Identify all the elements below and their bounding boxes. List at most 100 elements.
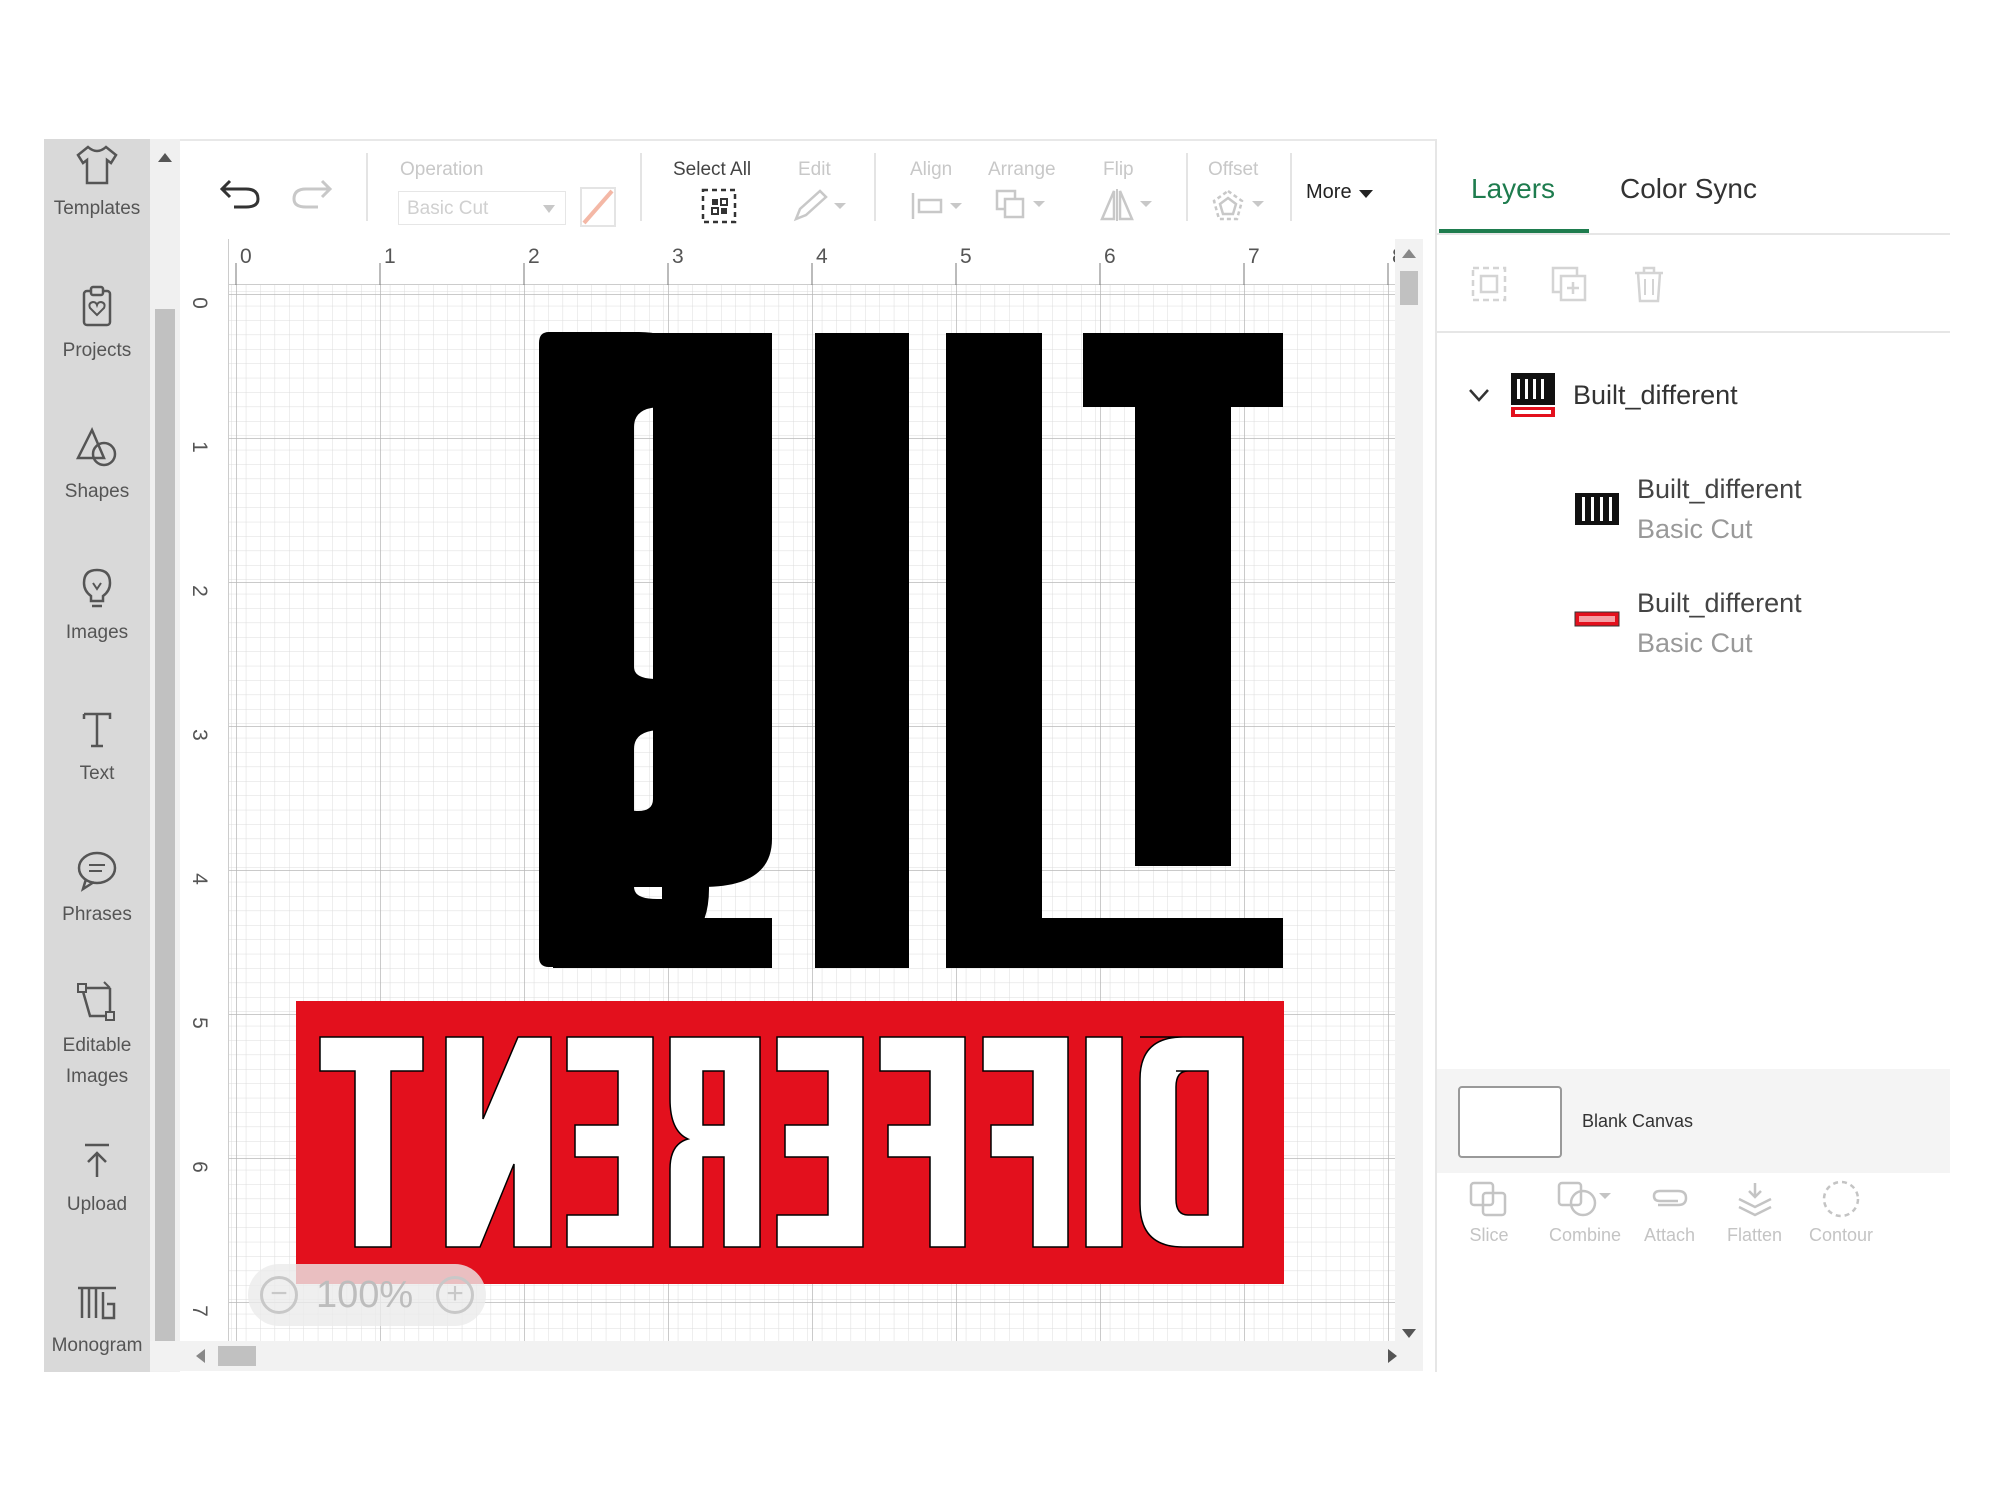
scroll-right-icon[interactable]: [1388, 1349, 1397, 1363]
duplicate-icon[interactable]: [1549, 264, 1589, 304]
zoom-in-button[interactable]: +: [436, 1276, 474, 1314]
canvas-horizontal-scrollbar[interactable]: [150, 1341, 1423, 1371]
sidebar-item-label: Text: [79, 763, 115, 784]
divider: [1437, 331, 1950, 333]
linetype-swatch-icon[interactable]: [580, 187, 616, 227]
attach-button[interactable]: Attach: [1644, 1179, 1695, 1246]
sidebar-item-label: Images: [65, 622, 129, 643]
toolbar-divider: [1186, 153, 1188, 221]
group-thumbnail: [1511, 373, 1555, 417]
ruler-label: 2: [187, 585, 211, 597]
ruler-label: 1: [187, 441, 211, 453]
select-all-label: Select All: [673, 159, 752, 180]
edit-pen-icon[interactable]: [792, 189, 848, 223]
sidebar-item-shapes[interactable]: Shapes: [44, 426, 150, 507]
sidebar-item-label: Phrases: [62, 904, 132, 925]
scroll-up-icon[interactable]: [158, 153, 172, 162]
canvas-vertical-scrollbar[interactable]: [1395, 239, 1423, 1341]
sidebar-item-editable-images[interactable]: Editable Images: [44, 980, 150, 1092]
trash-icon[interactable]: [1629, 264, 1669, 304]
offset-icon[interactable]: [1210, 187, 1270, 225]
combine-icon: [1557, 1181, 1612, 1217]
ruler-label: 3: [187, 729, 211, 741]
scroll-up-icon[interactable]: [1402, 249, 1416, 258]
align-icon[interactable]: [910, 191, 966, 221]
layers-panel: Layers Color Sync Built_different Built_…: [1435, 139, 1950, 1372]
sidebar-scrollbar[interactable]: [150, 139, 180, 1372]
slice-button[interactable]: Slice: [1467, 1179, 1511, 1246]
flatten-button[interactable]: Flatten: [1727, 1179, 1782, 1246]
attach-label: Attach: [1644, 1225, 1696, 1245]
ruler-label: 7: [187, 1305, 211, 1317]
blank-canvas-label: Blank Canvas: [1582, 1111, 1694, 1131]
ruler-label: 6: [1104, 245, 1116, 268]
chevron-down-icon[interactable]: [1467, 387, 1491, 403]
toolbar: Operation Basic Cut Select All Edit Alig…: [180, 139, 1435, 239]
ruler-label: 7: [1248, 245, 1260, 268]
left-sidebar: Templates Projects Shapes Images Text Ph…: [44, 139, 150, 1372]
artwork-built-different[interactable]: [183, 239, 1395, 1341]
more-button[interactable]: More: [1306, 181, 1352, 204]
sidebar-item-label: Monogram: [51, 1335, 143, 1356]
sidebar-item-monogram[interactable]: Monogram: [44, 1280, 150, 1361]
zoom-out-button[interactable]: −: [260, 1276, 298, 1314]
zoom-control: − 100% +: [248, 1264, 486, 1326]
flip-label: Flip: [1103, 159, 1134, 180]
speech-bubble-icon: [77, 851, 117, 892]
scrollbar-thumb[interactable]: [218, 1346, 256, 1366]
scrollbar-thumb[interactable]: [1400, 271, 1418, 305]
artwork-different-banner[interactable]: [296, 1001, 1284, 1284]
arrange-icon[interactable]: [995, 189, 1051, 221]
layer-name[interactable]: Built_different: [1637, 588, 1802, 619]
tab-color-sync[interactable]: Color Sync: [1620, 173, 1757, 205]
contour-button[interactable]: Contour: [1809, 1179, 1873, 1246]
operation-select[interactable]: Basic Cut: [398, 191, 566, 225]
group-name[interactable]: Built_different: [1573, 380, 1738, 411]
contour-icon: [1822, 1180, 1860, 1218]
divider: [1437, 233, 1950, 235]
ruler-label: 2: [528, 245, 540, 268]
blank-canvas-row[interactable]: Blank Canvas: [1437, 1069, 1950, 1173]
undo-icon[interactable]: [218, 175, 262, 211]
ruler-label: 4: [816, 245, 828, 268]
ruler-vertical: 0 1 2 3 4 5 6 7: [183, 239, 229, 1341]
select-all-icon[interactable]: [700, 187, 738, 225]
layer-operation: Basic Cut: [1637, 514, 1753, 544]
scroll-left-icon[interactable]: [196, 1349, 205, 1363]
combine-label: Combine: [1549, 1225, 1622, 1245]
design-canvas[interactable]: [183, 239, 1395, 1341]
tab-layers[interactable]: Layers: [1471, 173, 1555, 205]
clipboard-heart-icon: [82, 285, 112, 327]
group-icon[interactable]: [1469, 264, 1509, 304]
ruler-label: 4: [187, 873, 211, 885]
sidebar-item-templates[interactable]: Templates: [44, 143, 150, 224]
sidebar-item-upload[interactable]: Upload: [44, 1139, 150, 1220]
operation-label: Operation: [400, 159, 484, 180]
operation-value: Basic Cut: [407, 198, 489, 219]
upload-arrow-icon: [85, 1143, 109, 1177]
sidebar-item-label: Shapes: [64, 481, 130, 502]
align-label: Align: [910, 159, 953, 180]
sidebar-item-projects[interactable]: Projects: [44, 285, 150, 366]
combine-button[interactable]: Combine: [1549, 1179, 1621, 1246]
redo-icon[interactable]: [290, 175, 334, 211]
sidebar-item-phrases[interactable]: Phrases: [44, 849, 150, 930]
sidebar-item-images[interactable]: Images: [44, 567, 150, 648]
sidebar-item-label: Templates: [53, 198, 141, 219]
blank-canvas-swatch[interactable]: [1458, 1086, 1562, 1158]
ruler-label: 5: [187, 1017, 211, 1029]
scrollbar-thumb[interactable]: [155, 309, 175, 1349]
flatten-label: Flatten: [1727, 1225, 1783, 1245]
flip-icon[interactable]: [1098, 187, 1158, 223]
chevron-down-icon: [1359, 190, 1373, 198]
artwork-built-text[interactable]: [539, 332, 1283, 968]
layer-thumbnail-black: [1575, 493, 1619, 525]
sidebar-item-text[interactable]: Text: [44, 708, 150, 789]
edit-label: Edit: [798, 159, 831, 180]
layer-name[interactable]: Built_different: [1637, 474, 1802, 505]
scroll-down-icon[interactable]: [1402, 1329, 1416, 1338]
sidebar-item-label: Upload: [66, 1194, 128, 1215]
sidebar-item-label: Images: [65, 1066, 129, 1087]
monogram-icon: [78, 1286, 116, 1320]
layer-thumbnail-red: [1574, 611, 1620, 627]
